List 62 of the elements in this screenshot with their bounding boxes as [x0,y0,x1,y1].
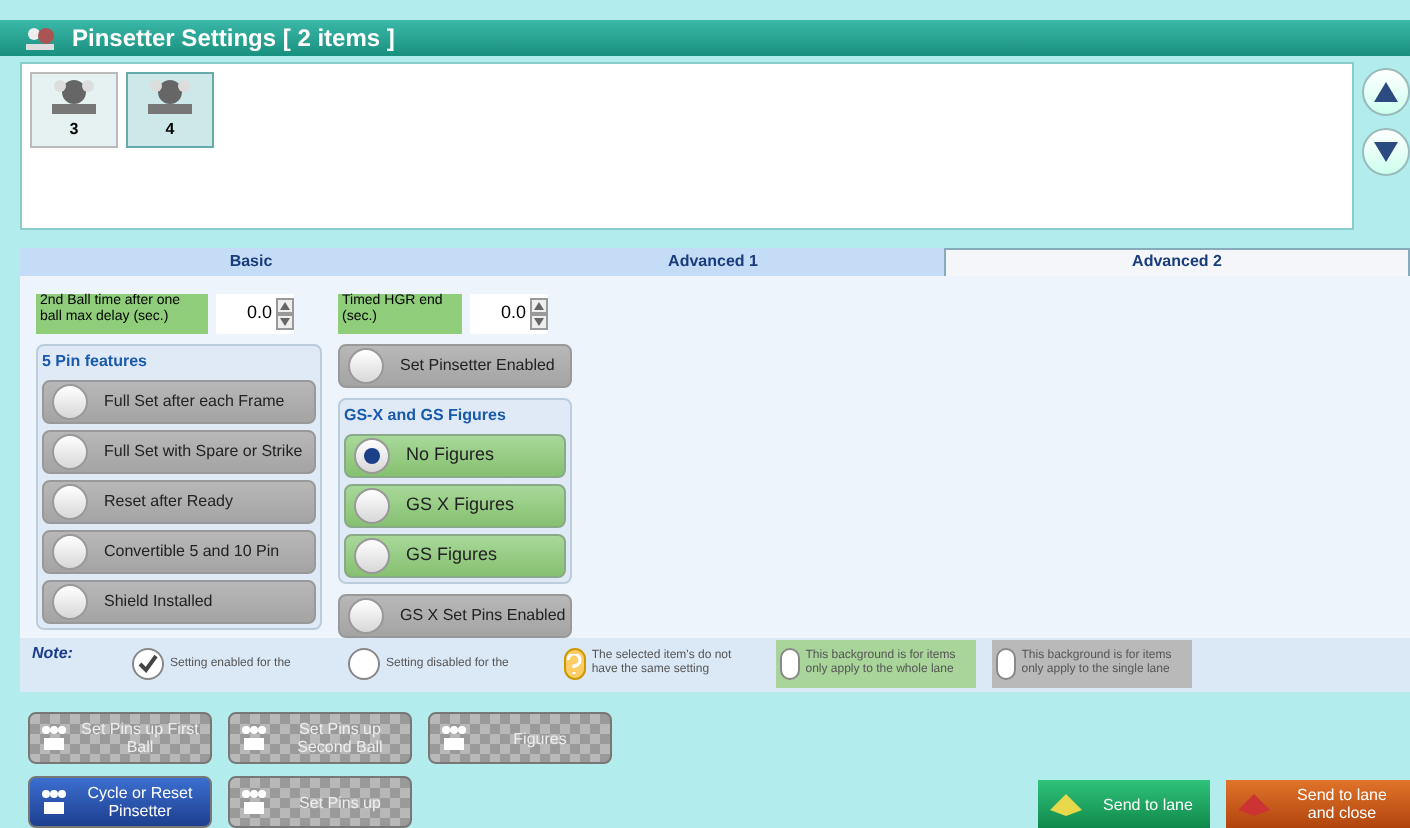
up-arrow-icon [1374,82,1398,102]
pinsetter-icon [144,74,196,118]
radio-button[interactable] [52,433,88,470]
pins-icon [438,722,470,754]
option-row[interactable]: Reset after Ready [42,479,316,524]
option-row[interactable]: Full Set with Spare or Strike [42,429,316,474]
option-row[interactable]: Shield Installed [42,579,316,624]
tab[interactable]: Advanced 1 [482,248,944,276]
option-label: Set Pinsetter Enabled [400,353,555,378]
footer-button[interactable]: Send to lane and close [1226,780,1410,828]
option-label: Full Set after each Frame [104,389,285,414]
checked-radio-icon [132,648,164,681]
radio-button[interactable] [348,347,384,384]
pins-icon [38,722,70,754]
window-title: Pinsetter Settings [ 2 items ] [72,22,395,56]
action-button[interactable]: Cycle or Reset Pinsetter [28,776,212,828]
radio-button[interactable] [354,537,390,574]
option-row[interactable]: No Figures [344,433,566,478]
option-label: GS Figures [406,541,498,568]
empty-radio-icon [996,648,1016,681]
option-row[interactable]: Set Pinsetter Enabled [338,343,572,388]
option-label: Full Set with Spare or Strike [104,439,303,464]
group-title: 5 Pin features [42,349,149,374]
option-row[interactable]: Full Set after each Frame [42,379,316,424]
option-row[interactable]: GS X Figures [344,483,566,528]
question-icon [564,648,586,681]
option-label: Convertible 5 and 10 Pin [104,539,280,564]
number-spinner[interactable]: 0.0 [216,293,294,334]
radio-button[interactable] [354,487,390,524]
lane-tile[interactable]: 4 [126,72,214,148]
lane-icon [1046,790,1086,818]
radio-button[interactable] [52,533,88,570]
option-label: Reset after Ready [104,489,233,514]
tab[interactable]: Advanced 2 [944,248,1410,276]
radio-button[interactable] [52,383,88,420]
empty-radio-icon [348,648,380,681]
empty-radio-icon [780,648,800,681]
scroll-down-button[interactable] [1362,128,1410,176]
option-label: Shield Installed [104,589,213,614]
radio-button[interactable] [348,597,384,634]
option-label: GS X Set Pins Enabled [400,603,566,628]
lane-tile[interactable]: 3 [30,72,118,148]
radio-button[interactable] [354,437,390,474]
pinsetter-icon [48,74,100,118]
radio-button[interactable] [52,583,88,620]
option-label: No Figures [406,441,495,468]
option-label: GS X Figures [406,491,515,518]
scroll-up-button[interactable] [1362,68,1410,116]
option-row[interactable]: Convertible 5 and 10 Pin [42,529,316,574]
pins-icon [38,786,70,818]
radio-button[interactable] [52,483,88,520]
lane-icon [1234,790,1274,818]
down-arrow-icon [1374,142,1398,162]
legend-title: Note: [32,641,75,666]
pins-icon [238,722,270,754]
number-spinner[interactable]: 0.0 [470,293,548,334]
pinsetter-icon [24,24,56,52]
option-row[interactable]: GS Figures [344,533,566,578]
group-title: GS-X and GS Figures [344,403,508,428]
pins-icon [238,786,270,818]
tab[interactable]: Basic [20,248,482,276]
option-row[interactable]: GS X Set Pins Enabled [338,593,572,638]
